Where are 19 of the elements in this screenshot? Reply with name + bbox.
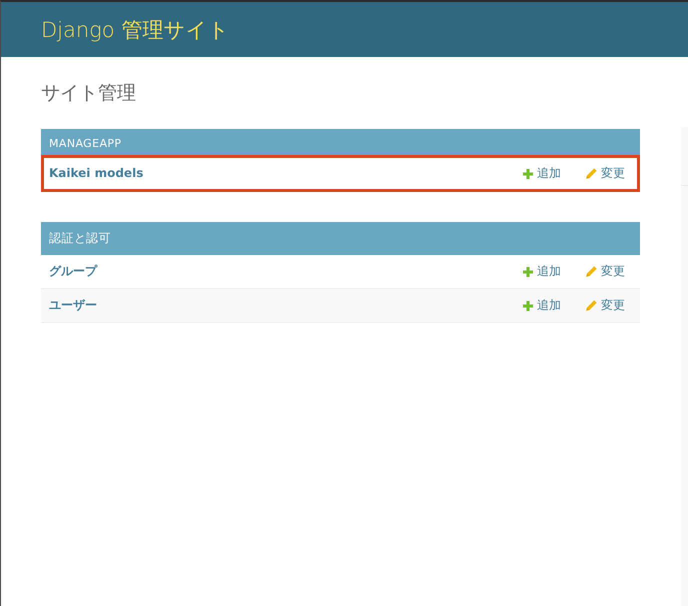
pencil-icon: [586, 168, 597, 179]
add-link[interactable]: 追加: [523, 263, 561, 280]
add-link[interactable]: 追加: [523, 297, 561, 314]
plus-icon: [523, 300, 533, 310]
plus-icon: [523, 168, 533, 178]
model-link[interactable]: グループ: [49, 263, 523, 280]
app-caption[interactable]: MANAGEAPP: [41, 129, 640, 158]
change-link[interactable]: 変更: [586, 165, 625, 182]
app-caption[interactable]: 認証と認可: [41, 222, 640, 255]
change-link[interactable]: 変更: [586, 297, 625, 314]
plus-icon: [523, 266, 533, 276]
pencil-icon: [586, 300, 597, 311]
pencil-icon: [586, 266, 597, 277]
model-link[interactable]: ユーザー: [49, 297, 523, 314]
change-link[interactable]: 変更: [586, 263, 625, 280]
model-link[interactable]: Kaikei models: [49, 165, 523, 182]
page-title: サイト管理: [41, 81, 137, 105]
site-title[interactable]: Django 管理サイト: [41, 16, 230, 44]
add-link[interactable]: 追加: [523, 165, 561, 182]
